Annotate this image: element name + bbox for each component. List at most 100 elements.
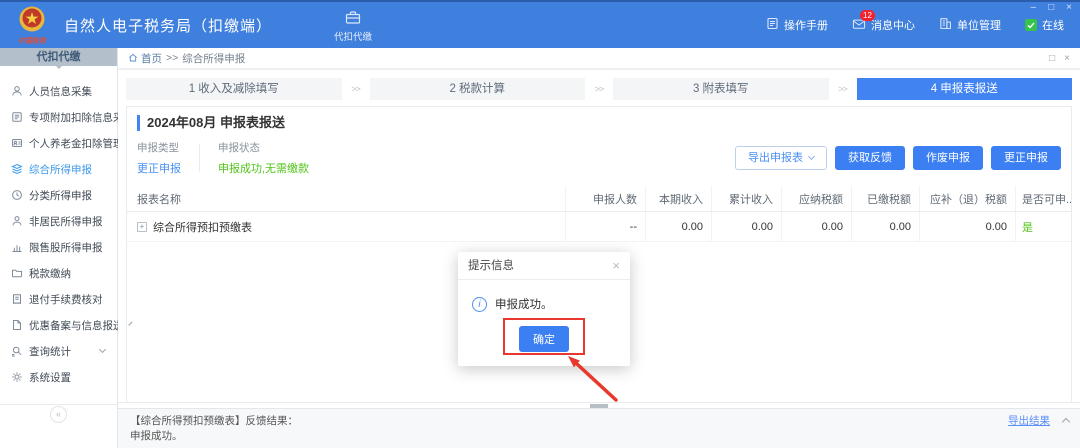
report-table: 报表名称 申报人数 本期收入 累计收入 应纳税额 已缴税额 应补（退）税额 是否… xyxy=(127,186,1071,242)
col-report-name: 报表名称 xyxy=(127,191,565,207)
sidebar-menu: 人员信息采集 专项附加扣除信息采集 个人养老金扣除管理 综合所得申报 分类所得申… xyxy=(0,66,117,428)
sidebar-item-label: 优惠备案与信息报送 xyxy=(29,318,124,333)
file-icon xyxy=(11,319,23,331)
sidebar-item-label: 个人养老金扣除管理 xyxy=(29,136,124,151)
sidebar-item-restricted-shares[interactable]: 限售股所得申报 xyxy=(0,234,117,260)
top-menu: 操作手册 12 消息中心 xyxy=(766,17,1064,33)
breadcrumb: 首页 >> 综合所得申报 □ × xyxy=(118,48,1080,70)
chevron-down-icon xyxy=(808,153,815,160)
breadcrumb-current: 综合所得申报 xyxy=(182,51,245,66)
void-declaration-button[interactable]: 作废申报 xyxy=(913,146,983,170)
unit-management-label: 单位管理 xyxy=(957,17,1001,33)
sidebar-item-query-statistics[interactable]: 查询统计 xyxy=(0,338,117,364)
dialog-close-icon[interactable]: × xyxy=(612,252,620,280)
sidebar-item-special-deduction[interactable]: 专项附加扣除信息采集 xyxy=(0,104,117,130)
sidebar-item-person-info[interactable]: 人员信息采集 xyxy=(0,78,117,104)
sidebar-item-label: 综合所得申报 xyxy=(29,162,92,177)
sidebar-item-classified-income[interactable]: 分类所得申报 xyxy=(0,182,117,208)
breadcrumb-home[interactable]: 首页 xyxy=(128,51,162,66)
message-badge: 12 xyxy=(860,10,875,21)
sidebar-item-label: 查询统计 xyxy=(29,344,71,359)
sidebar-item-label: 分类所得申报 xyxy=(29,188,92,203)
splitter-drag-handle[interactable] xyxy=(590,404,608,408)
declaration-status-label: 申报状态 xyxy=(218,140,309,155)
step-4-submit[interactable]: 4 申报表报送 xyxy=(857,78,1073,100)
feedback-result-message: 申报成功。 xyxy=(130,429,1068,444)
logo-text: 中国税务 xyxy=(18,36,46,46)
menu-item-unit-management[interactable]: 单位管理 xyxy=(939,17,1001,33)
dialog-ok-button[interactable]: 确定 xyxy=(519,326,569,352)
main-area: 首页 >> 综合所得申报 □ × 1 收入及减除填写 >> 2 税款计算 >> … xyxy=(118,48,1080,448)
document-icon xyxy=(766,17,779,33)
folder-icon xyxy=(11,267,23,279)
message-center-label: 消息中心 xyxy=(871,17,915,33)
person-outline-icon xyxy=(11,215,23,227)
step-2-tax-calc[interactable]: 2 税款计算 xyxy=(370,78,586,100)
clock-icon xyxy=(11,189,23,201)
mail-icon: 12 xyxy=(852,18,866,33)
pension-card-icon xyxy=(11,137,23,149)
get-feedback-button[interactable]: 获取反馈 xyxy=(835,146,905,170)
restore-button[interactable]: □ xyxy=(1048,2,1054,14)
action-buttons: 导出申报表 获取反馈 作废申报 更正申报 xyxy=(735,146,1061,170)
tax-refund-cell: 0.00 xyxy=(919,212,1015,241)
home-icon xyxy=(128,53,138,63)
expand-row-icon[interactable]: + xyxy=(137,222,147,232)
step-separator: >> xyxy=(342,84,370,94)
app-window: – □ × 中国税务 自然人电子税务局（扣缴端） 代扣代缴 xyxy=(0,0,1080,448)
sidebar-item-label: 税款缴纳 xyxy=(29,266,71,281)
step-wizard: 1 收入及减除填写 >> 2 税款计算 >> 3 附表填写 >> 4 申报表报送 xyxy=(118,70,1080,106)
minimize-button[interactable]: – xyxy=(1031,2,1037,14)
sidebar-item-refund-fee-check[interactable]: 退付手续费核对 xyxy=(0,286,117,312)
sidebar-item-label: 系统设置 xyxy=(29,370,71,385)
sidebar-collapse-button[interactable]: « xyxy=(50,406,67,423)
total-income-cell: 0.00 xyxy=(711,212,781,241)
tax-payable-cell: 0.00 xyxy=(781,212,851,241)
dialog-message: 申报成功。 xyxy=(495,296,553,312)
manual-label: 操作手册 xyxy=(784,17,828,33)
people-count-cell: -- xyxy=(565,212,645,241)
bar-chart-icon xyxy=(11,241,23,253)
tax-bureau-logo: 中国税务 xyxy=(8,5,56,46)
tab-withholding-label: 代扣代缴 xyxy=(334,29,372,43)
menu-item-online-status[interactable]: 在线 xyxy=(1025,17,1064,33)
close-button[interactable]: × xyxy=(1066,2,1072,14)
person-icon xyxy=(11,85,23,97)
declaration-type-label: 申报类型 xyxy=(137,140,181,155)
sidebar-item-pension-deduction[interactable]: 个人养老金扣除管理 xyxy=(0,130,117,156)
export-result-link[interactable]: 导出结果 xyxy=(1008,414,1050,429)
step-3-attachments[interactable]: 3 附表填写 xyxy=(613,78,829,100)
window-controls: – □ × xyxy=(1031,2,1072,14)
tab-withholding[interactable]: 代扣代缴 xyxy=(334,8,372,43)
sidebar-item-tax-payment[interactable]: 税款缴纳 xyxy=(0,260,117,286)
sidebar-item-comprehensive-income[interactable]: 综合所得申报 xyxy=(0,156,117,182)
prompt-dialog: 提示信息 × i 申报成功。 确定 xyxy=(458,252,630,366)
content-close-button[interactable]: × xyxy=(1064,53,1070,64)
sidebar-item-label: 人员信息采集 xyxy=(29,84,92,99)
table-row[interactable]: + 综合所得预扣预缴表 -- 0.00 0.00 0.00 0.00 0.00 … xyxy=(127,212,1071,242)
sidebar-item-preferential-filing[interactable]: 优惠备案与信息报送 xyxy=(0,312,117,338)
col-tax-refund: 应补（退）税额 xyxy=(919,186,1015,211)
table-header: 报表名称 申报人数 本期收入 累计收入 应纳税额 已缴税额 应补（退）税额 是否… xyxy=(127,186,1071,212)
declaration-type-value[interactable]: 更正申报 xyxy=(137,160,181,176)
menu-item-messages[interactable]: 12 消息中心 xyxy=(852,17,915,33)
step-separator: >> xyxy=(585,84,613,94)
declaration-info-row: 申报类型 更正申报 申报状态 申报成功,无需缴款 导出申报表 xyxy=(137,140,1061,176)
menu-item-manual[interactable]: 操作手册 xyxy=(766,17,828,33)
sidebar-item-nonresident-income[interactable]: 非居民所得申报 xyxy=(0,208,117,234)
step-1-income[interactable]: 1 收入及减除填写 xyxy=(126,78,342,100)
sidebar-item-system-settings[interactable]: 系统设置 xyxy=(0,364,117,390)
correct-declaration-button[interactable]: 更正申报 xyxy=(991,146,1061,170)
dialog-body: i 申报成功。 xyxy=(458,280,630,320)
sidebar-collapse-row: « xyxy=(0,404,117,428)
content-float-button[interactable]: □ xyxy=(1049,53,1055,64)
receipt-icon xyxy=(11,293,23,305)
checklist-icon xyxy=(11,111,23,123)
layers-icon xyxy=(11,163,23,175)
breadcrumb-home-label: 首页 xyxy=(141,51,162,66)
declaration-status-block: 申报状态 申报成功,无需缴款 xyxy=(218,140,309,176)
breadcrumb-separator: >> xyxy=(166,52,178,64)
sidebar-header: 代扣代缴 xyxy=(0,48,117,66)
export-declaration-button[interactable]: 导出申报表 xyxy=(735,146,827,170)
col-tax-paid: 已缴税额 xyxy=(851,186,919,211)
